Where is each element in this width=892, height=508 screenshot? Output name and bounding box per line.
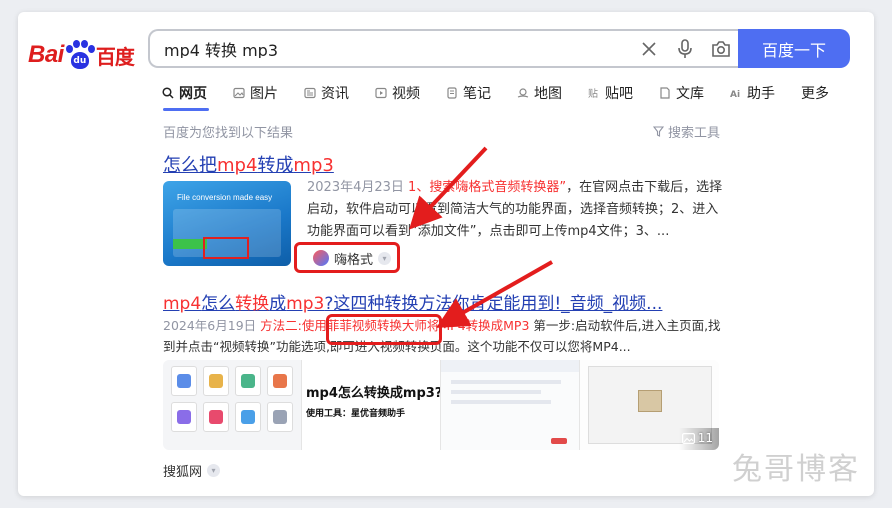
thumbnail-progress [173,239,207,249]
result1-snippet-highlight: 1、搜索嗨格式音频转换器” [408,180,567,195]
chevron-down-icon: ▾ [207,464,221,477]
filter-icon [653,126,664,137]
tab-map[interactable]: 地图 [517,80,562,106]
title-highlight: mp3 [293,155,334,176]
watermark: 兔哥博客 [732,452,860,487]
baidu-logo[interactable]: Bai du 百度 [28,40,135,70]
title-text: ?这四种转换方法你肯定能用到!_音频_视频... [324,294,663,314]
result2-image-1[interactable] [163,360,302,450]
search-box [148,29,740,68]
result2-image-3[interactable] [441,360,580,450]
tab-label: 更多 [801,86,829,102]
title-text: 怎么把 [163,155,217,176]
source-name: 嗨格式 [334,252,374,268]
tab-label: 网页 [179,86,207,102]
title-text: 怎么 [201,294,236,314]
video-icon [375,87,387,99]
result2-snippet: 2024年6月19日 方法二:使用菲菲视频转换大师将MP4转换成MP3 第一步:… [163,315,723,357]
result1-snippet: 2023年4月23日 1、搜索嗨格式音频转换器”，在官网点击下载后，选择启动，软… [307,177,727,243]
search-input[interactable] [150,39,610,58]
search-tools-link[interactable]: 搜索工具 [653,122,720,141]
microphone-icon[interactable] [674,38,696,60]
title-highlight: 转换 [235,294,270,314]
result2-image-strip: mp4怎么转换成mp3? 使用工具：星优音频助手 11 [163,360,719,450]
tab-label: 图片 [250,86,278,102]
result2-image-4[interactable]: 11 [580,360,719,450]
image-count: 11 [697,431,713,445]
camera-icon[interactable] [710,38,732,60]
logo-cn-text: 百度 [95,44,135,69]
image-caption-subtitle: 使用工具：星优音频助手 [306,409,406,419]
tab-assistant[interactable]: Ai 助手 [730,80,775,106]
search-tabs: 网页 图片 资讯 视频 笔记 地图 贴 贴吧 文库 Ai 助手 更多 [162,80,855,106]
image-icon [233,87,245,99]
title-text: 转成 [257,155,294,176]
result1-source[interactable]: 嗨格式 ▾ [307,245,397,271]
tab-news[interactable]: 资讯 [304,80,349,106]
tieba-icon: 贴 [588,87,600,99]
tab-label: 视频 [392,86,420,102]
result-count: 百度为您找到以下结果 [163,126,294,141]
source-logo-icon [313,250,329,266]
gallery-icon [681,432,695,444]
title-highlight: mp3 [286,294,325,314]
result2-snippet-highlight: 方法二:使用菲菲视频转换大师将MP4转换成MP3 [260,318,530,333]
tab-label: 资讯 [321,86,349,102]
paw-icon: du [65,40,95,70]
chevron-down-icon: ▾ [378,251,392,265]
image-count-badge: 11 [681,431,713,445]
result1-thumbnail[interactable]: File conversion made easy [163,181,291,266]
result1-title-link[interactable]: 怎么把mp4转成mp3 [163,151,334,177]
search-tools-label: 搜索工具 [668,126,721,141]
active-tab-underline [163,108,209,111]
tab-label: 笔记 [463,86,491,102]
wenku-icon [659,87,671,99]
tab-label: 文库 [676,86,704,102]
tab-wenku[interactable]: 文库 [659,80,704,106]
result1-date: 2023年4月23日 [307,180,404,195]
tab-notes[interactable]: 笔记 [446,80,491,106]
tab-images[interactable]: 图片 [233,80,278,106]
logo-bai-text: Bai [28,41,64,68]
result2-source[interactable]: 搜狐网 ▾ [163,461,221,480]
tab-label: 贴吧 [605,86,633,102]
thumbnail-highlight-box [203,237,249,259]
tab-webpage[interactable]: 网页 [162,80,207,106]
result2-image-2[interactable]: mp4怎么转换成mp3? 使用工具：星优音频助手 [302,360,441,450]
image-caption-title: mp4怎么转换成mp3? [306,386,441,401]
title-highlight: mp4 [217,155,258,176]
tab-more[interactable]: 更多 [801,80,829,106]
search-box-tools [638,31,732,66]
search-icon [162,87,174,99]
search-results-card: Bai du 百度 百度一下 网页 [18,12,874,496]
result2-date: 2024年6月19日 [163,318,257,333]
title-highlight: mp4 [163,294,202,314]
search-button[interactable]: 百度一下 [738,29,850,68]
ai-icon: Ai [730,87,742,99]
map-icon [517,87,529,99]
logo-du-text: du [70,52,89,69]
note-icon [446,87,458,99]
tab-tieba[interactable]: 贴 贴吧 [588,80,633,106]
news-icon [304,87,316,99]
thumbnail-caption: File conversion made easy [177,193,273,202]
result2-title-link[interactable]: mp4怎么转换成mp3?这四种转换方法你肯定能用到!_音频_视频... [163,289,662,314]
tab-video[interactable]: 视频 [375,80,420,106]
tab-label: 助手 [747,86,775,102]
tab-label: 地图 [534,86,562,102]
source-name: 搜狐网 [163,465,203,480]
title-text: 成 [269,294,287,314]
close-icon[interactable] [638,38,660,60]
svg-text:贴: 贴 [588,87,598,99]
svg-text:Ai: Ai [730,90,740,99]
